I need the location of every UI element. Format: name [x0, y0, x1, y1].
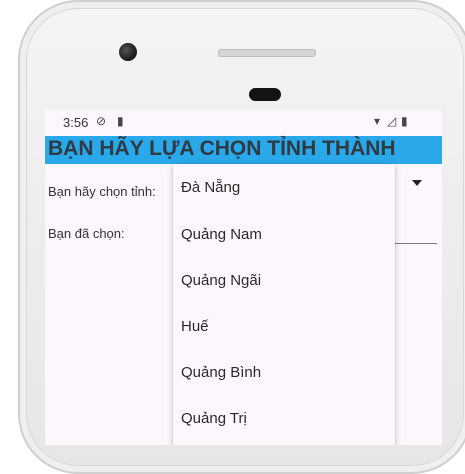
- dropdown-option[interactable]: Quảng Trị: [181, 410, 247, 427]
- chevron-down-icon[interactable]: [412, 180, 422, 186]
- title-bar: BẠN HÃY LỰA CHỌN TỈNH THÀNH: [45, 136, 442, 164]
- earpiece-speaker: [218, 49, 316, 57]
- battery-icon: ▮: [401, 114, 408, 128]
- signal-icon: ◿: [387, 114, 397, 128]
- dropdown-option[interactable]: Quảng Ngãi: [181, 272, 261, 289]
- wifi-icon: ▾: [374, 114, 381, 128]
- proximity-sensor: [249, 88, 281, 101]
- sd-card-icon: ▮: [117, 114, 124, 128]
- front-camera: [119, 43, 137, 61]
- dropdown-option[interactable]: Đà Nẵng: [181, 179, 240, 196]
- shield-icon: ⊘: [96, 114, 107, 128]
- chosen-label: Bạn đã chọn:: [48, 226, 125, 241]
- dropdown-option[interactable]: Quảng Bình: [181, 364, 261, 381]
- dropdown-option[interactable]: Quảng Nam: [181, 226, 262, 243]
- chosen-field-underline: [395, 243, 437, 244]
- choose-province-label: Bạn hãy chọn tỉnh:: [48, 184, 156, 199]
- dropdown-option[interactable]: Huế: [181, 318, 209, 335]
- status-bar: 3:56 ⊘ ▮ ▾ ◿ ▮: [45, 110, 442, 136]
- province-dropdown[interactable]: Đà Nẵng Quảng Nam Quảng Ngãi Huế Quảng B…: [173, 164, 395, 445]
- status-time: 3:56: [63, 115, 89, 130]
- app-screen: 3:56 ⊘ ▮ ▾ ◿ ▮ BẠN HÃY LỰA CHỌN TỈNH THÀ…: [45, 110, 442, 445]
- page-title: BẠN HÃY LỰA CHỌN TỈNH THÀNH: [48, 137, 396, 160]
